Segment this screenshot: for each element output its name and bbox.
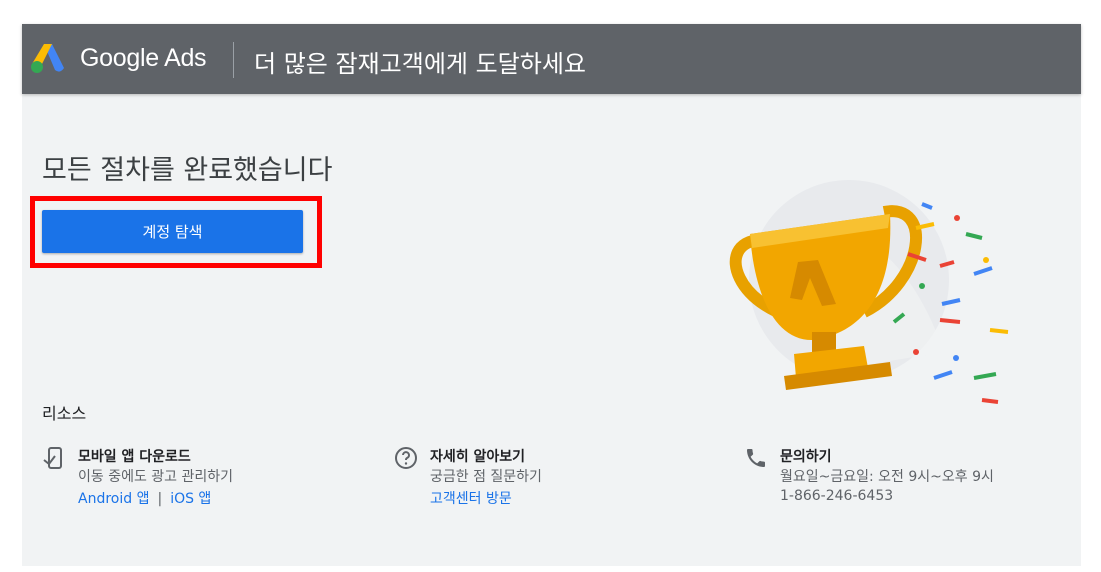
header-divider	[233, 42, 234, 78]
resource-title: 모바일 앱 다운로드	[78, 449, 191, 465]
resource-title: 자세히 알아보기	[430, 449, 526, 465]
help-center-link[interactable]: 고객센터 방문	[430, 491, 512, 507]
android-app-link[interactable]: Android 앱	[78, 491, 149, 507]
link-separator: |	[157, 491, 163, 507]
page-title: 모든 절차를 완료했습니다	[42, 155, 333, 186]
top-bar: Google Ads 더 많은 잠재고객에게 도달하세요	[22, 24, 1081, 94]
help-circle-icon	[395, 447, 417, 469]
header-tagline: 더 많은 잠재고객에게 도달하세요	[254, 50, 587, 78]
explore-account-button[interactable]: 계정 탐색	[42, 210, 303, 253]
brand-name: Google Ads	[80, 44, 207, 72]
ios-app-link[interactable]: iOS 앱	[170, 491, 211, 507]
resource-description: 이동 중에도 광고 관리하기	[78, 469, 234, 485]
resource-links: 고객센터 방문	[430, 488, 512, 508]
resource-description: 궁금한 점 질문하기	[430, 469, 542, 485]
page-frame: Google Ads 더 많은 잠재고객에게 도달하세요 모든 절차를 완료했습…	[22, 24, 1081, 566]
support-phone-number: 1-866-246-6453	[780, 488, 894, 504]
resources-title: 리소스	[42, 404, 87, 423]
trophy-illustration	[729, 180, 1009, 404]
google-ads-logo-icon	[31, 44, 64, 73]
resource-description: 월요일~금요일: 오전 9시~오후 9시	[780, 469, 994, 485]
phone-icon	[747, 449, 765, 467]
resource-title: 문의하기	[780, 449, 832, 465]
resource-links: Android 앱 | iOS 앱	[78, 488, 211, 508]
mobile-download-icon	[43, 447, 62, 469]
